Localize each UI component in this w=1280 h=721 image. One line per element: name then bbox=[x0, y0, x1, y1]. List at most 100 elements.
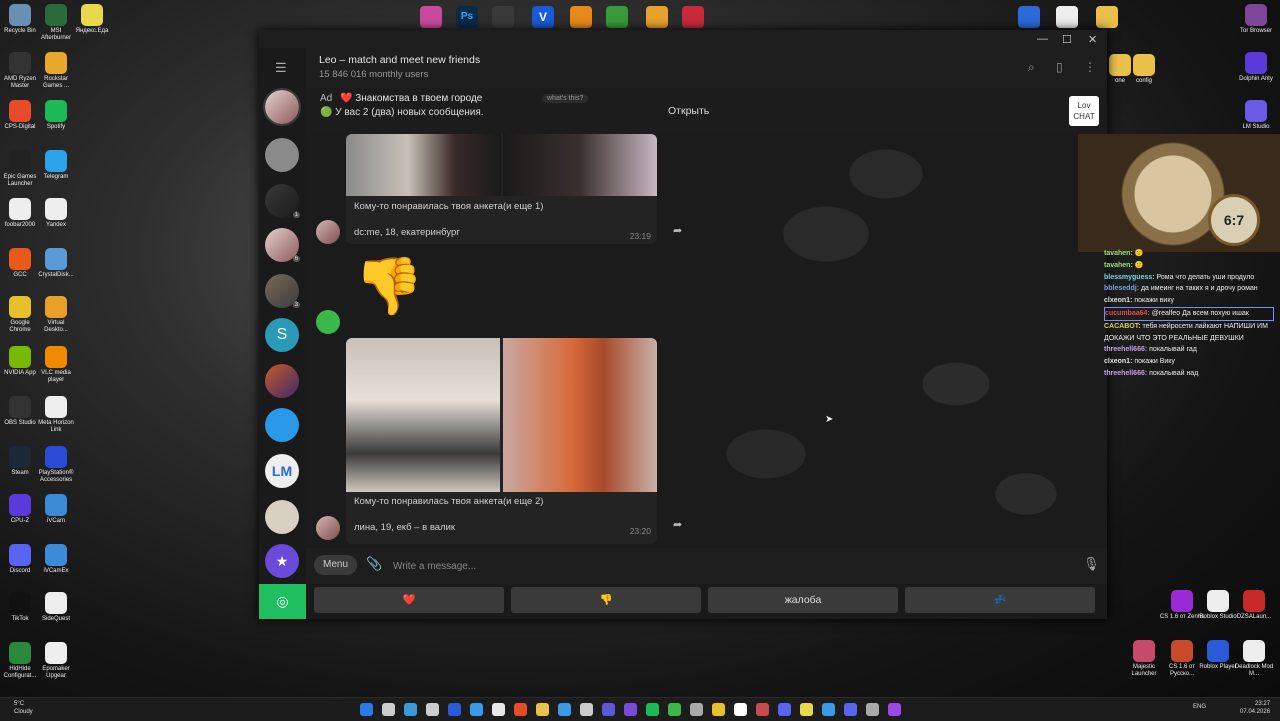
desktop-icon[interactable]: TikTok bbox=[0, 592, 40, 623]
desktop-icon[interactable]: Яндекс.Еда bbox=[72, 4, 112, 35]
taskbar-app-icon[interactable] bbox=[866, 703, 879, 716]
desktop-icon[interactable]: iVCam bbox=[36, 494, 76, 525]
taskbar-app-icon[interactable] bbox=[690, 703, 703, 716]
app-icon[interactable] bbox=[646, 6, 668, 28]
desktop-icon[interactable]: Recycle Bin bbox=[0, 4, 40, 35]
taskbar-app-icon[interactable] bbox=[448, 703, 461, 716]
davinci-icon[interactable] bbox=[492, 6, 514, 28]
whats-this-button[interactable]: what's this? bbox=[542, 94, 589, 103]
taskbar-app-icon[interactable] bbox=[382, 703, 395, 716]
desktop-icon[interactable]: CPU-Z bbox=[0, 494, 40, 525]
desktop-icon[interactable]: LM Studio bbox=[1232, 100, 1280, 131]
clock[interactable]: 23:27 07.04.2026 bbox=[1240, 700, 1270, 716]
taskbar-app-icon[interactable] bbox=[470, 703, 483, 716]
desktop-icon[interactable]: DZSALaun... bbox=[1230, 590, 1278, 621]
close-button[interactable]: ✕ bbox=[1088, 33, 1097, 46]
taskbar-app-icon[interactable] bbox=[800, 703, 813, 716]
sender-avatar[interactable] bbox=[316, 310, 340, 334]
desktop-icon[interactable]: HidHide Configurat... bbox=[0, 642, 40, 680]
desktop-icon[interactable]: AMD Ryzen Master bbox=[0, 52, 40, 90]
taskbar-app-icon[interactable] bbox=[624, 703, 637, 716]
taskbar-app-icon[interactable] bbox=[404, 703, 417, 716]
chat-avatar[interactable]: 1 bbox=[265, 184, 300, 218]
app-icon[interactable] bbox=[606, 6, 628, 28]
report-button[interactable]: жалоба bbox=[708, 587, 898, 613]
app-launcher-icon[interactable]: ◎ bbox=[259, 584, 306, 619]
desktop-icon[interactable]: OBS Studio bbox=[0, 396, 40, 427]
desktop-icon[interactable]: SideQuest bbox=[36, 592, 76, 623]
app-icon[interactable] bbox=[1056, 6, 1078, 28]
sidebar-toggle-icon[interactable]: ▯ bbox=[1056, 60, 1063, 74]
more-options-icon[interactable]: ⋮ bbox=[1084, 60, 1096, 74]
desktop-icon[interactable]: GCC bbox=[0, 248, 40, 279]
taskbar-app-icon[interactable] bbox=[558, 703, 571, 716]
weather-widget[interactable]: 5°C Cloudy bbox=[14, 700, 33, 716]
photo[interactable] bbox=[503, 134, 657, 196]
chat-avatar[interactable]: 3 bbox=[265, 274, 300, 308]
app-icon[interactable] bbox=[1018, 6, 1040, 28]
desktop-icon[interactable]: CPS-Digital bbox=[0, 100, 40, 131]
desktop-icon[interactable]: Epic Games Launcher bbox=[0, 150, 40, 188]
desktop-icon[interactable]: MSI Afterburner bbox=[36, 4, 76, 42]
desktop-icon[interactable]: Spotify bbox=[36, 100, 76, 131]
sender-avatar[interactable] bbox=[316, 220, 340, 244]
desktop-icon[interactable]: CrystalDisk... bbox=[36, 248, 76, 279]
desktop-icon[interactable]: Virtual Deskto... bbox=[36, 296, 76, 334]
desktop-icon[interactable]: Dolphin Anty bbox=[1232, 52, 1280, 83]
taskbar-app-icon[interactable] bbox=[646, 703, 659, 716]
photo[interactable] bbox=[346, 338, 500, 492]
attach-icon[interactable]: 📎 bbox=[366, 556, 382, 572]
vegas-icon[interactable]: V bbox=[532, 6, 554, 28]
taskbar-app-icon[interactable] bbox=[360, 703, 373, 716]
taskbar-app-icon[interactable] bbox=[756, 703, 769, 716]
app-icon[interactable] bbox=[420, 6, 442, 28]
microphone-icon[interactable]: 🎙 bbox=[1083, 556, 1100, 572]
taskbar-app-icon[interactable] bbox=[426, 703, 439, 716]
forward-icon[interactable]: ➦ bbox=[673, 518, 682, 531]
desktop-icon[interactable]: Epomaker Upgear bbox=[36, 642, 76, 680]
fl-studio-icon[interactable] bbox=[570, 6, 592, 28]
chat-avatar[interactable] bbox=[265, 408, 299, 442]
chat-avatar[interactable]: S bbox=[265, 318, 299, 352]
desktop-icon[interactable]: PlayStation® Accessories bbox=[36, 446, 76, 484]
search-icon[interactable]: ⌕ bbox=[1028, 60, 1035, 75]
desktop-icon[interactable]: Deadlock Mod M... bbox=[1230, 640, 1278, 678]
taskbar-app-icon[interactable] bbox=[844, 703, 857, 716]
app-icon[interactable] bbox=[682, 6, 704, 28]
taskbar-app-icon[interactable] bbox=[712, 703, 725, 716]
desktop-icon[interactable]: Telegram bbox=[36, 150, 76, 181]
desktop-icon[interactable]: Meta Horizon Link bbox=[36, 396, 76, 434]
sender-avatar[interactable] bbox=[316, 516, 340, 540]
desktop-icon[interactable]: Tor Browser bbox=[1232, 4, 1280, 35]
desktop-icon[interactable]: NVIDIA App bbox=[0, 346, 40, 377]
app-icon[interactable] bbox=[1096, 6, 1118, 28]
open-ad-button[interactable]: Открыть bbox=[668, 105, 709, 117]
chat-avatar[interactable] bbox=[265, 364, 299, 398]
chat-title[interactable]: Leo – match and meet new friends bbox=[319, 54, 480, 66]
dislike-button[interactable]: 👎 bbox=[511, 587, 701, 613]
forward-icon[interactable]: ➦ bbox=[673, 224, 682, 237]
taskbar-app-icon[interactable] bbox=[822, 703, 835, 716]
hamburger-menu-icon[interactable]: ☰ bbox=[275, 60, 289, 76]
photo[interactable] bbox=[346, 134, 501, 196]
taskbar-app-icon[interactable] bbox=[602, 703, 615, 716]
like-button[interactable]: ❤️ bbox=[314, 587, 504, 613]
message-bubble[interactable]: Кому-то понравилась твоя анкета(и еще 1)… bbox=[346, 134, 657, 244]
chat-avatar[interactable] bbox=[265, 500, 299, 534]
desktop-icon[interactable]: foobar2000 bbox=[0, 198, 40, 229]
chat-avatar[interactable] bbox=[265, 138, 299, 172]
sponsored-message[interactable]: Ad ❤️ Знакомства в твоем городе what's t… bbox=[306, 88, 1107, 134]
chat-avatar[interactable] bbox=[263, 88, 301, 126]
desktop-icon[interactable]: Steam bbox=[0, 446, 40, 477]
chat-avatar[interactable]: ★ bbox=[265, 544, 299, 578]
message-area[interactable]: Кому-то понравилась твоя анкета(и еще 1)… bbox=[306, 134, 1107, 548]
photoshop-icon[interactable]: Ps bbox=[456, 6, 478, 28]
maximize-button[interactable]: ☐ bbox=[1062, 33, 1072, 46]
chat-avatar[interactable]: LM bbox=[265, 454, 299, 488]
bot-menu-button[interactable]: Menu bbox=[314, 555, 357, 575]
desktop-icon[interactable]: VLC media player bbox=[36, 346, 76, 384]
message-bubble[interactable]: Кому-то понравилась твоя анкета(и еще 2)… bbox=[346, 338, 657, 544]
desktop-icon[interactable]: iVCamEx bbox=[36, 544, 76, 575]
taskbar-app-icon[interactable] bbox=[668, 703, 681, 716]
photo[interactable] bbox=[503, 338, 657, 492]
